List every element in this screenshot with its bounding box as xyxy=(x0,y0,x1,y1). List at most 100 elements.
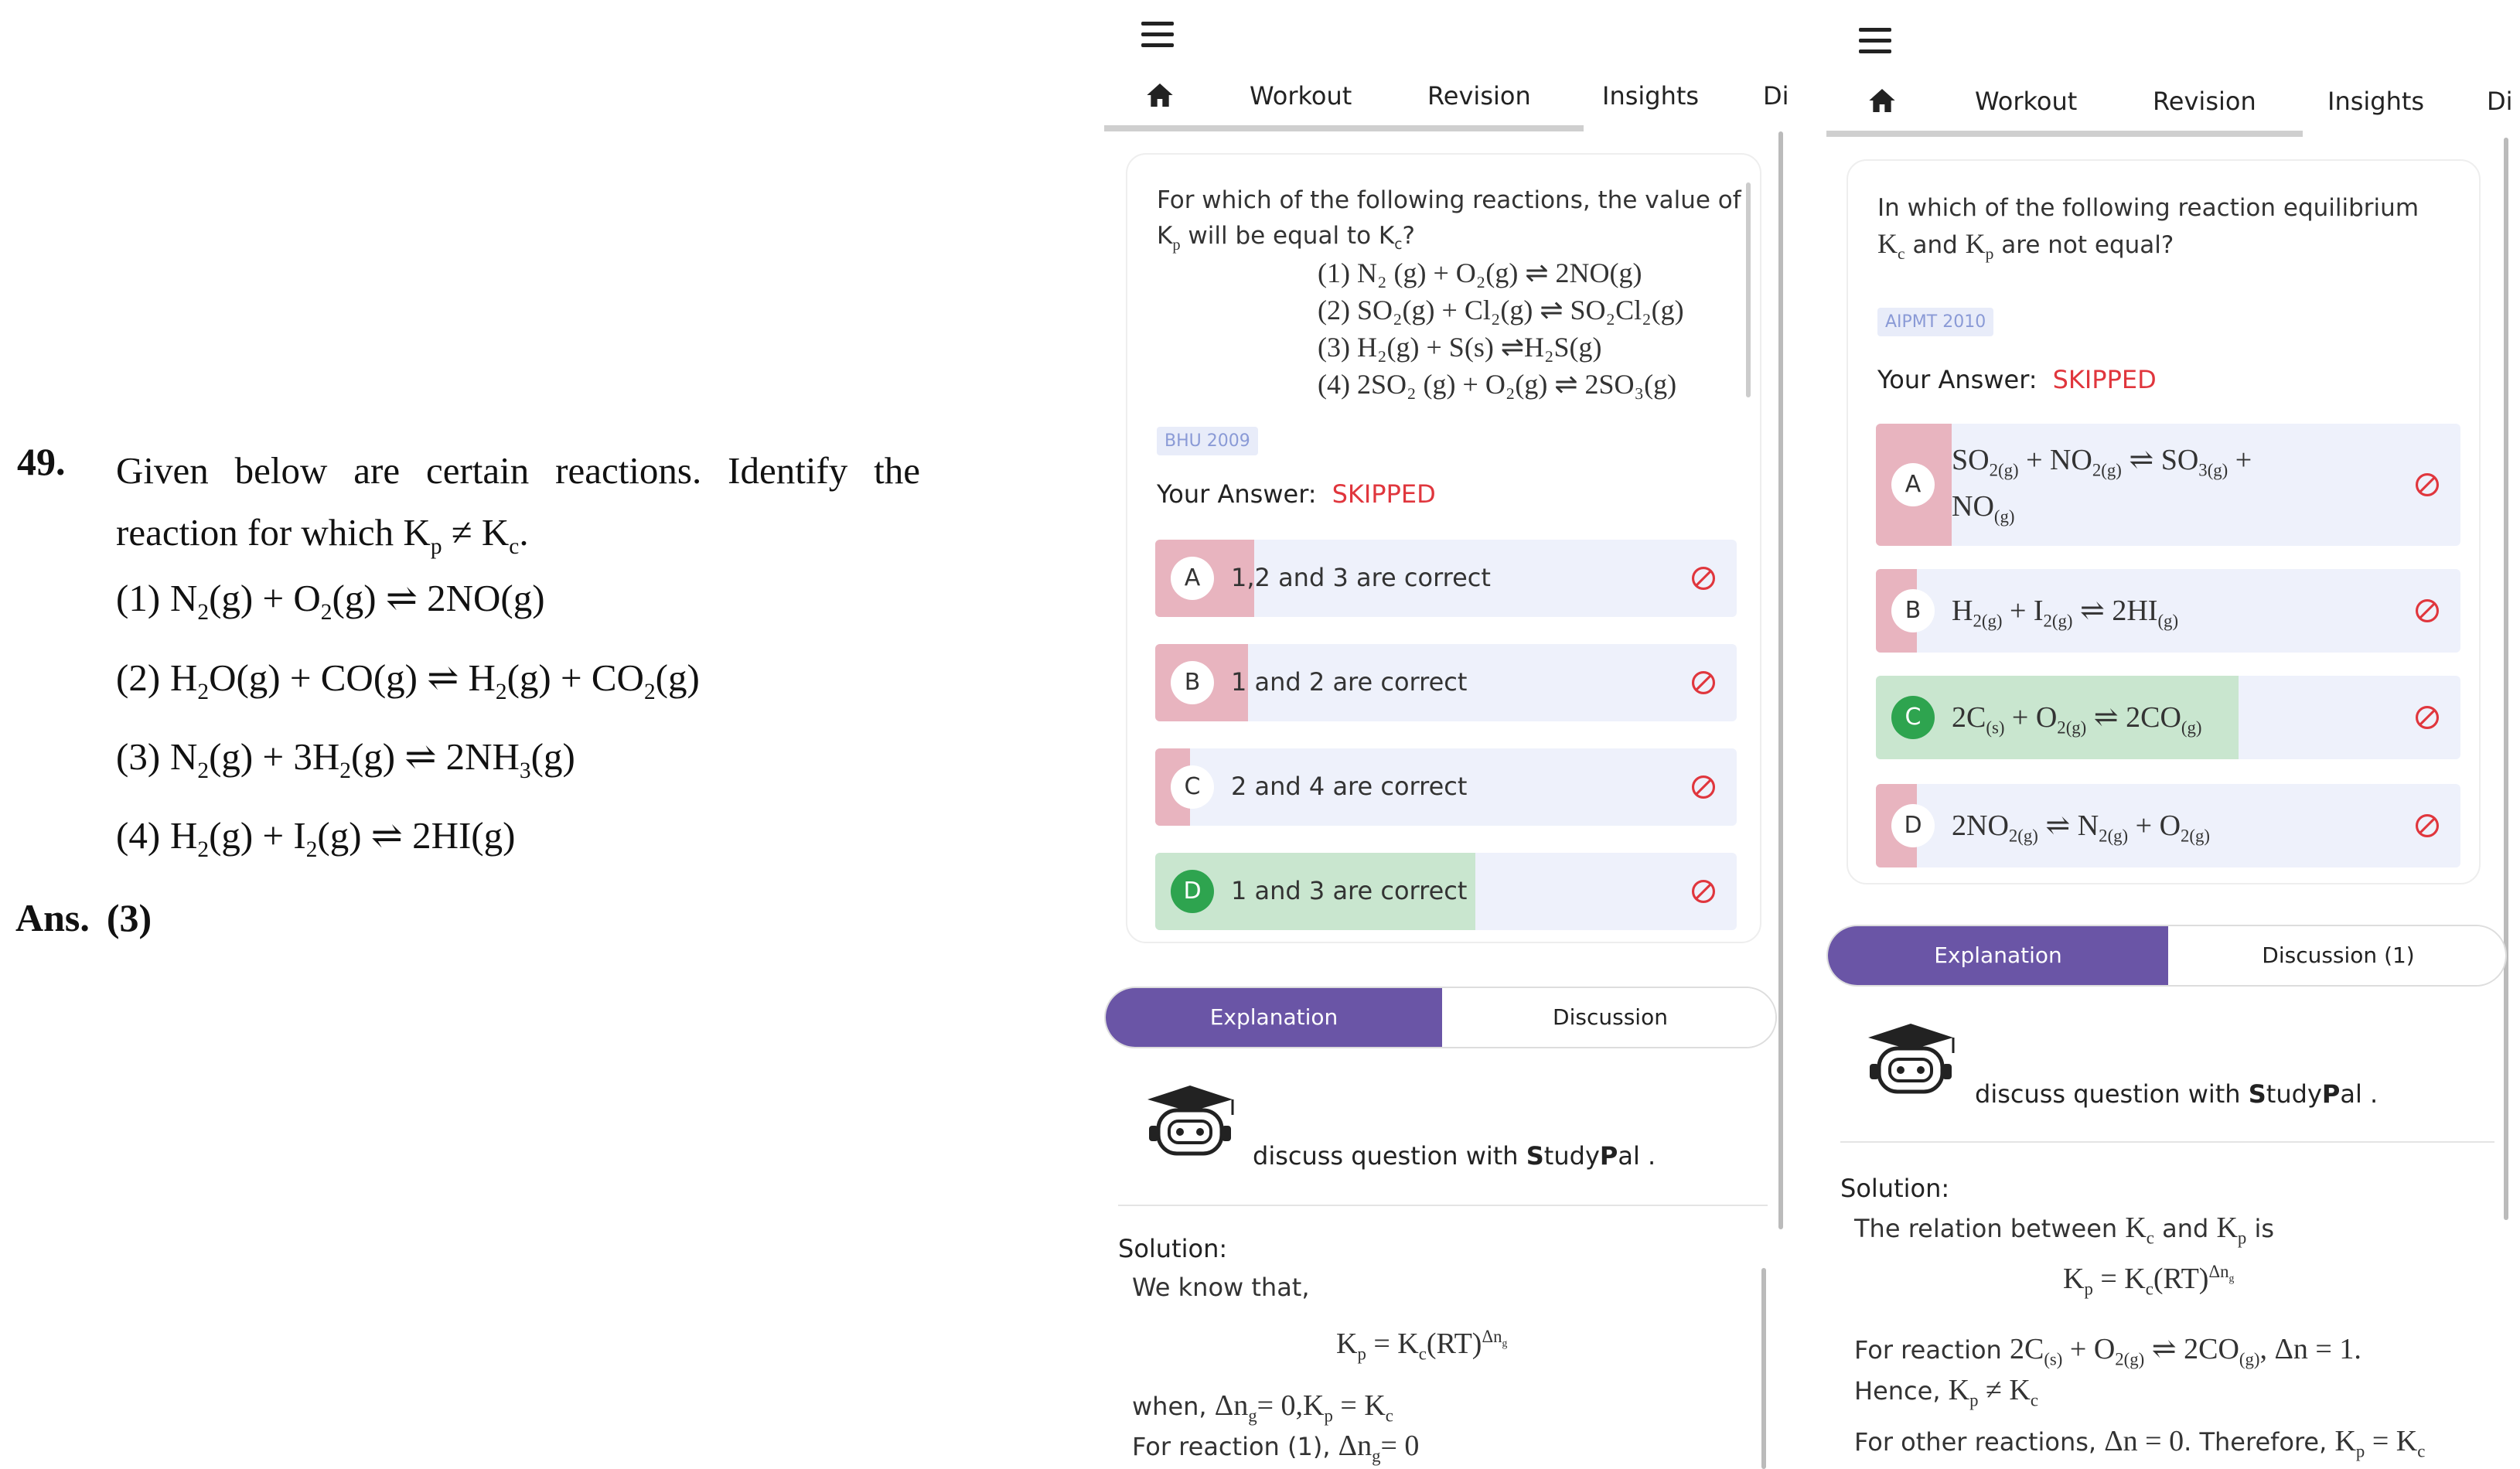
not-attempted-icon xyxy=(2414,704,2440,731)
solution-line: The relation between Kc and Kp is xyxy=(1854,1212,2275,1248)
option-letter: D xyxy=(1171,870,1214,913)
discuss-with-studypal[interactable]: discuss question with StudyPal . xyxy=(1253,1141,1656,1171)
book-option-2: (2) H2O(g) + CO(g) ⇌ H2(g) + CO2(g) xyxy=(116,656,700,704)
app-panel-2: Workout Revision Insights Di In which of… xyxy=(1826,0,2520,1469)
option-letter: C xyxy=(1891,696,1935,739)
reaction-2: (2) SO₂(g) + Cl₂(g) ⇌ SO₂Cl₂(g) xyxy=(1318,295,1684,325)
tab-discover[interactable]: Di xyxy=(1763,81,1789,111)
option-text: SO2(g) + NO2(g) ⇌ SO3(g) + NO(g) xyxy=(1952,444,2252,527)
solution-line: For reaction (1), Δng= 0 xyxy=(1132,1430,1420,1466)
solution-line: Hence, Kp ≠ Kc xyxy=(1854,1374,2038,1410)
question-text: Given below are certain reactions. Ident… xyxy=(116,449,920,492)
scrollbar[interactable] xyxy=(1778,131,1783,1229)
option-a[interactable]: A 1,2 and 3 are correct xyxy=(1155,540,1737,617)
option-c[interactable]: C 2 and 4 are correct xyxy=(1155,748,1737,826)
not-attempted-icon xyxy=(1690,565,1717,591)
option-letter: A xyxy=(1171,557,1214,600)
textbook-question: 49. Given below are certain reactions. I… xyxy=(0,0,1083,1469)
book-option-3: (3) N2(g) + 3H2(g) ⇌ 2NH3(g) xyxy=(116,735,575,783)
solution-line: For reaction 2C(s) + O2(g) ⇌ 2CO(g), Δn … xyxy=(1854,1333,2361,1369)
option-letter: D xyxy=(1891,804,1935,847)
option-c[interactable]: C 2C(s) + O2(g) ⇌ 2CO(g) xyxy=(1876,676,2460,759)
option-letter: A xyxy=(1891,463,1935,506)
not-attempted-icon xyxy=(1690,670,1717,696)
solution-line: when, Δng= 0,Kp = Kc xyxy=(1132,1389,1393,1426)
tab-revision[interactable]: Revision xyxy=(2153,87,2256,116)
reaction-3: (3) H₂(g) + S(s) ⇌H₂S(g) xyxy=(1318,332,1602,363)
option-b[interactable]: B 1 and 2 are correct xyxy=(1155,644,1737,721)
solution-scrollbar[interactable] xyxy=(1761,1268,1766,1469)
question-text: For which of the following reactions, th… xyxy=(1157,186,1741,254)
explanation-tab[interactable]: Explanation xyxy=(1106,988,1442,1047)
divider xyxy=(1840,1141,2494,1143)
solution-line: For other reactions, Δn = 0. Therefore, … xyxy=(1854,1425,2426,1461)
solution-label: Solution: xyxy=(1118,1234,1228,1263)
option-text: 1 and 2 are correct xyxy=(1231,667,1468,697)
book-option-1: (1) N2(g) + O2(g) ⇌ 2NO(g) xyxy=(116,577,545,625)
option-text: 1 and 3 are correct xyxy=(1231,876,1468,905)
exam-badge: AIPMT 2010 xyxy=(1877,308,1994,336)
solution-formula: Kp = Kc(RT)Δng xyxy=(2063,1262,2235,1299)
book-option-4: (4) H2(g) + I2(g) ⇌ 2HI(g) xyxy=(116,814,516,862)
option-d[interactable]: D 1 and 3 are correct xyxy=(1155,853,1737,930)
question-text-line2: reaction for which Kp ≠ Kc. xyxy=(116,511,529,559)
card-scrollbar[interactable] xyxy=(1746,182,1751,397)
question-number: 49. xyxy=(17,440,66,483)
tab-discover[interactable]: Di xyxy=(2487,87,2513,116)
solution-line: We know that, xyxy=(1132,1273,1310,1302)
discussion-tab[interactable]: Discussion xyxy=(1442,988,1775,1047)
option-text: 2NO2(g) ⇌ N2(g) + O2(g) xyxy=(1952,809,2211,846)
scrollbar[interactable] xyxy=(2504,138,2508,1220)
tab-workout[interactable]: Workout xyxy=(1250,81,1352,111)
reaction-1: (1) N₂ (g) + O₂(g) ⇌ 2NO(g) xyxy=(1318,257,1642,288)
exam-badge: BHU 2009 xyxy=(1157,427,1258,455)
option-text: 2C(s) + O2(g) ⇌ 2CO(g) xyxy=(1952,701,2202,738)
option-text: H2(g) + I2(g) ⇌ 2HI(g) xyxy=(1952,595,2179,631)
option-d[interactable]: D 2NO2(g) ⇌ N2(g) + O2(g) xyxy=(1876,784,2460,867)
question-text-line2: Kc and Kp are not equal? xyxy=(1877,228,2174,264)
option-a[interactable]: A SO2(g) + NO2(g) ⇌ SO3(g) + NO(g) xyxy=(1876,424,2460,546)
not-attempted-icon xyxy=(1690,878,1717,905)
option-text: 1,2 and 3 are correct xyxy=(1231,563,1491,592)
option-letter: B xyxy=(1891,589,1935,632)
not-attempted-icon xyxy=(1690,774,1717,800)
tab-underline xyxy=(1104,125,1584,131)
tab-underline xyxy=(1826,131,2303,137)
tab-insights[interactable]: Insights xyxy=(2327,87,2424,116)
explanation-toggle: Explanation Discussion (1) xyxy=(1826,925,2507,987)
not-attempted-icon xyxy=(2414,598,2440,624)
not-attempted-icon xyxy=(2414,813,2440,839)
reaction-4: (4) 2SO₂ (g) + O₂(g) ⇌ 2SO₃(g) xyxy=(1318,369,1677,400)
option-b[interactable]: B H2(g) + I2(g) ⇌ 2HI(g) xyxy=(1876,569,2460,653)
your-answer: Your Answer: SKIPPED xyxy=(1157,479,1436,509)
solution-label: Solution: xyxy=(1840,1174,1950,1203)
app-panel-1: Workout Revision Insights Di For which o… xyxy=(1104,0,1792,1469)
nav-tabs: Workout Revision Insights Di xyxy=(1104,73,1792,131)
studypal-robot-icon xyxy=(1147,1086,1234,1156)
home-icon[interactable] xyxy=(1144,80,1175,111)
not-attempted-icon xyxy=(2414,472,2440,498)
studypal-robot-icon xyxy=(1868,1024,1955,1094)
discuss-with-studypal[interactable]: discuss question with StudyPal . xyxy=(1975,1079,2378,1109)
tab-workout[interactable]: Workout xyxy=(1975,87,2077,116)
top-bar: Workout Revision Insights Di xyxy=(1104,0,1792,133)
solution-formula: Kp = Kc(RT)Δng xyxy=(1336,1327,1508,1364)
hamburger-menu-icon[interactable] xyxy=(1141,22,1177,53)
home-icon[interactable] xyxy=(1867,85,1898,116)
hamburger-menu-icon[interactable] xyxy=(1859,28,1894,59)
option-letter: C xyxy=(1171,765,1214,809)
your-answer: Your Answer: SKIPPED xyxy=(1877,365,2157,394)
answer: Ans. (3) xyxy=(15,896,152,939)
top-bar: Workout Revision Insights Di xyxy=(1826,0,2520,137)
divider xyxy=(1118,1205,1768,1206)
tab-revision[interactable]: Revision xyxy=(1427,81,1531,111)
answer-status: SKIPPED xyxy=(1332,479,1436,509)
option-letter: B xyxy=(1171,661,1214,704)
nav-tabs: Workout Revision Insights Di xyxy=(1826,79,2520,137)
answer-status: SKIPPED xyxy=(2052,365,2157,394)
question-text: In which of the following reaction equil… xyxy=(1877,194,2419,222)
option-text: 2 and 4 are correct xyxy=(1231,772,1468,801)
tab-insights[interactable]: Insights xyxy=(1602,81,1699,111)
discussion-tab[interactable]: Discussion (1) xyxy=(2168,926,2505,985)
explanation-tab[interactable]: Explanation xyxy=(1828,926,2168,985)
